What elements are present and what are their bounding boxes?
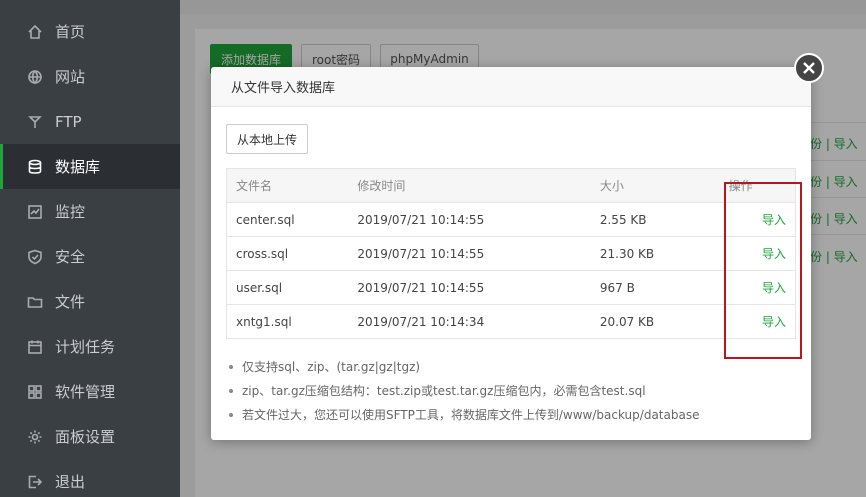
sidebar-item-monitor[interactable]: 监控 [0,189,180,234]
sidebar-item-label: 安全 [55,248,86,266]
sidebar-item-home[interactable]: 首页 [0,9,180,54]
file-mtime: 2019/07/21 10:14:34 [357,314,485,329]
sidebar-item-logout[interactable]: 退出 [0,459,180,497]
file-size: 2.55 KB [599,202,725,237]
sidebar-item-database[interactable]: 数据库 [0,144,180,189]
column-header-mtime: 修改时间 [357,168,600,203]
sidebar-item-cron[interactable]: 计划任务 [0,324,180,369]
help-notes: 仅支持sql、zip、(tar.gz|gz|tgz) zip、tar.gz压缩包… [228,359,699,431]
sidebar-item-software[interactable]: 软件管理 [0,369,180,414]
sidebar-item-label: 数据库 [55,158,101,176]
sidebar-item-security[interactable]: 安全 [0,234,180,279]
column-header-action: 操作 [724,168,796,203]
help-note: 若文件过大，您还可以使用SFTP工具，将数据库文件上传到/www/backup/… [228,407,699,431]
dialog-title: 从文件导入数据库 [231,81,336,96]
logout-icon [26,473,44,491]
file-size: 20.07 KB [599,314,655,329]
column-header-filename: 文件名 [226,168,358,203]
import-link[interactable]: 导入 [762,213,786,227]
upload-local-button[interactable]: 从本地上传 [226,124,308,154]
help-note: zip、tar.gz压缩包结构：test.zip或test.tar.gz压缩包内… [228,383,699,407]
sidebar-item-label: 文件 [55,293,86,311]
file-mtime: 2019/07/21 10:14:55 [357,270,600,305]
table-row: cross.sql 2019/07/21 10:14:55 21.30 KB 导… [226,236,796,271]
sidebar-item-files[interactable]: 文件 [0,279,180,324]
close-icon [803,62,815,74]
close-dialog-button[interactable] [794,53,824,83]
sidebar-item-website[interactable]: 网站 [0,54,180,99]
database-icon [26,158,44,176]
sidebar-item-label: 计划任务 [55,338,116,356]
shield-icon [26,248,44,266]
file-size: 21.30 KB [599,236,725,271]
calendar-icon [26,338,44,356]
file-name: user.sql [226,270,358,305]
import-link[interactable]: 导入 [762,247,786,261]
sidebar-item-label: 网站 [55,68,86,86]
file-name: center.sql [226,202,358,237]
sidebar-item-label: 面板设置 [55,428,116,446]
sidebar-item-label: 首页 [55,23,86,41]
sidebar-item-label: FTP [55,112,82,131]
grid-icon [26,383,44,401]
sidebar-item-label: 软件管理 [55,383,116,401]
table-row: xntg1.sql 2019/07/21 10:14:34 20.07 KB 导… [227,305,796,339]
sidebar-item-ftp[interactable]: FTP [0,99,180,144]
sidebar-item-label: 监控 [55,203,86,221]
monitor-icon [26,203,44,221]
globe-icon [26,68,44,86]
gear-icon [26,428,44,446]
sidebar: 首页 网站 FTP 数据库 监控 安全 文件 计划任务 软件管理 面板设置 退出 [0,0,180,497]
import-link[interactable]: 导入 [762,315,786,329]
sidebar-item-settings[interactable]: 面板设置 [0,414,180,459]
file-table: 文件名 修改时间 大小 操作 center.sql 2019/07/21 10:… [226,168,796,339]
file-name: cross.sql [226,236,358,271]
import-database-dialog: 从文件导入数据库 从本地上传 文件名 修改时间 大小 操作 center.sql… [211,67,811,440]
help-note: 仅支持sql、zip、(tar.gz|gz|tgz) [228,359,699,383]
table-row: user.sql 2019/07/21 10:14:55 967 B 导入 [226,270,796,305]
column-header-size: 大小 [599,168,725,203]
file-mtime: 2019/07/21 10:14:55 [357,202,600,237]
table-row: center.sql 2019/07/21 10:14:55 2.55 KB 导… [226,202,796,237]
sidebar-item-label: 退出 [55,473,86,491]
import-link[interactable]: 导入 [762,281,786,295]
home-icon [26,23,44,41]
file-size: 967 B [599,270,725,305]
dialog-header: 从文件导入数据库 [211,67,811,107]
file-mtime: 2019/07/21 10:14:55 [357,236,600,271]
table-header-row: 文件名 修改时间 大小 操作 [226,168,796,203]
file-name: xntg1.sql [236,314,292,329]
folder-icon [26,293,44,311]
ftp-icon [26,113,44,131]
